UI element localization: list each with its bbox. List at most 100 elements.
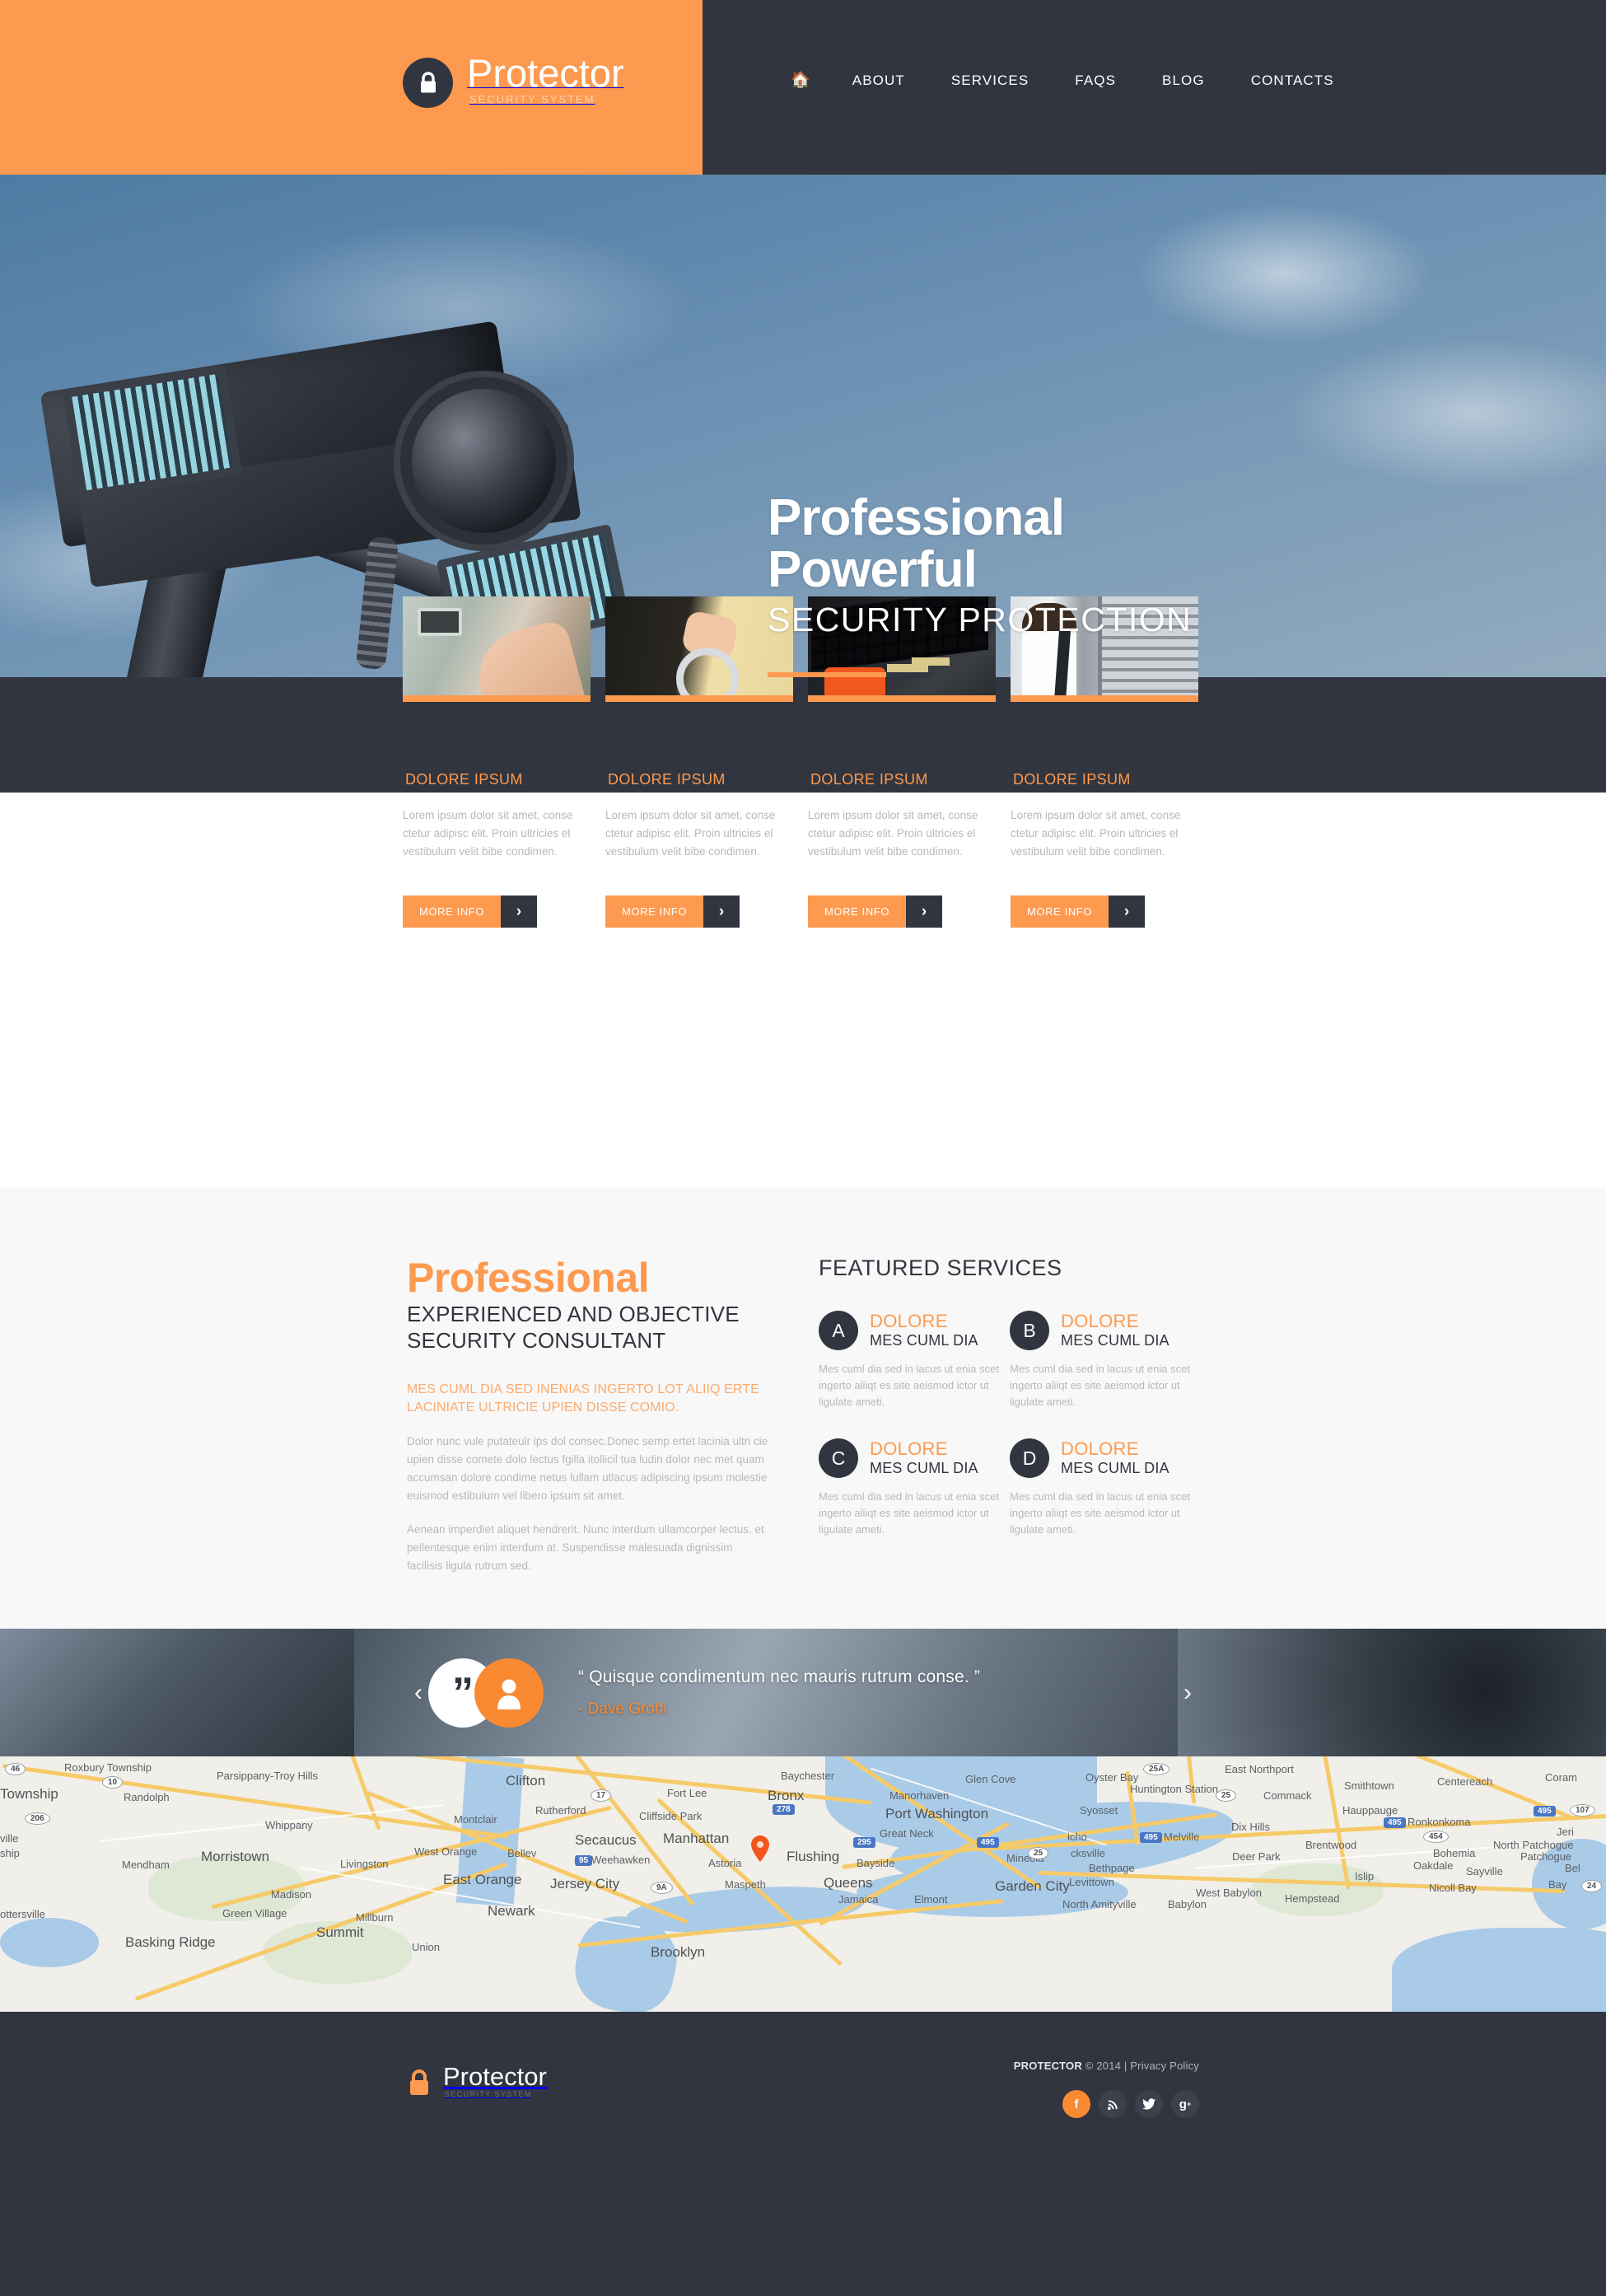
map-route-shield: 495 <box>977 1837 999 1848</box>
service-card-title-line2: SECURITY <box>1011 741 1117 765</box>
chevron-right-icon: › <box>906 895 943 928</box>
service-card-title-line1: HOME <box>403 718 465 741</box>
service-card-subtitle: DOLORE IPSUM <box>405 771 523 788</box>
hero-more-info-button[interactable]: MORE INFO › <box>768 672 930 677</box>
map-place-label: Union <box>412 1941 440 1953</box>
avatar <box>474 1658 544 1728</box>
service-card-title: HOME SECURITY <box>403 718 591 765</box>
about-heading-accent: Professional <box>407 1255 650 1301</box>
featured-services-title: FEATURED SERVICES <box>819 1256 1062 1280</box>
map-route-shield: 24 <box>1581 1880 1603 1892</box>
lock-icon <box>403 58 453 108</box>
map-place-label: Hauppauge <box>1342 1804 1398 1817</box>
google-plus-icon[interactable]: g + <box>1171 2090 1199 2118</box>
nav-item-home[interactable]: 🏠 <box>774 72 829 89</box>
featured-item-title: DOLORE <box>1061 1438 1139 1459</box>
service-card-title-line1: HARDWARE <box>1011 718 1132 741</box>
featured-service-item[interactable]: A DOLORE MES CUML DIA Mes cuml dia sed i… <box>819 1311 1006 1410</box>
map-place-label: Bronx <box>768 1788 805 1803</box>
map-place-label: Rutherford <box>535 1804 586 1817</box>
map-place-label: Oakdale <box>1413 1859 1454 1872</box>
service-card-text: Lorem ipsum dolor sit amet, conse ctetur… <box>808 809 978 858</box>
service-more-info-button[interactable]: MORE INFO › <box>808 895 943 928</box>
map-place-label: Glen Cove <box>965 1773 1016 1785</box>
nav-item-services[interactable]: SERVICES <box>928 72 1052 89</box>
map-place-label: cksville <box>1071 1847 1105 1859</box>
featured-service-item[interactable]: B DOLORE MES CUML DIA Mes cuml dia sed i… <box>1010 1311 1197 1410</box>
map-route-shield: 295 <box>853 1837 875 1848</box>
map-place-label: Jersey City <box>550 1876 620 1892</box>
service-more-info-button[interactable]: MORE INFO › <box>403 895 538 928</box>
nav-item-about[interactable]: ABOUT <box>829 72 928 89</box>
map-place-label: Madison <box>271 1888 312 1901</box>
footer-logo-tagline: SECURITY SYSTEM <box>445 2090 532 2098</box>
featured-item-subtitle: MES CUML DIA <box>870 1332 978 1349</box>
main-navigation[interactable]: 🏠 ABOUT SERVICES FAQS BLOG CONTACTS <box>774 72 1357 89</box>
footer-copyright-rest: © 2014 | Privacy Policy <box>1081 2060 1199 2072</box>
map-place-label: Bohemia <box>1433 1847 1476 1859</box>
service-more-info-button[interactable]: MORE INFO › <box>605 895 740 928</box>
map-place-label: Weehawken <box>591 1854 651 1866</box>
chevron-right-icon: › <box>703 895 740 928</box>
map-place-label: icho <box>1067 1831 1087 1843</box>
map-place-label: Manorhaven <box>889 1789 950 1802</box>
map-place-label: Jeri <box>1557 1826 1574 1838</box>
testimonial-next-button[interactable]: › <box>1183 1679 1192 1707</box>
map-place-label: Commack <box>1263 1789 1312 1802</box>
map-place-label: Sayville <box>1466 1865 1503 1877</box>
hero-copy: Professional Powerful SECURITY PROTECTIO… <box>768 492 1192 677</box>
map-place-label: Millburn <box>356 1911 394 1924</box>
service-card-title: BUSINESS SECURITY <box>605 718 793 765</box>
featured-item-text: Mes cuml dia sed in lacus ut enia scet i… <box>819 1363 999 1408</box>
service-card-title-line2: SECURITY <box>605 741 712 765</box>
map-place-label: Garden City <box>995 1878 1070 1894</box>
lock-icon <box>407 2068 432 2102</box>
featured-item-subtitle: MES CUML DIA <box>1061 1460 1169 1476</box>
map-place-label: Bethpage <box>1089 1862 1135 1874</box>
map-place-label: Basking Ridge <box>125 1934 216 1950</box>
about-text-column: Professional EXPERIENCED AND OBJECTIVE S… <box>407 1256 769 1575</box>
about-paragraph-2: Aenean imperdiet aliquet hendrerit. Nunc… <box>407 1523 764 1572</box>
testimonial-avatar-group: ” <box>428 1658 544 1728</box>
map-route-shield: 95 <box>575 1855 593 1866</box>
nav-item-faqs[interactable]: FAQS <box>1052 72 1139 89</box>
featured-service-item[interactable]: C DOLORE MES CUML DIA Mes cuml dia sed i… <box>819 1438 1006 1538</box>
featured-service-item[interactable]: D DOLORE MES CUML DIA Mes cuml dia sed i… <box>1010 1438 1197 1538</box>
hero-banner: Professional Powerful SECURITY PROTECTIO… <box>0 175 1606 677</box>
rss-icon[interactable] <box>1099 2090 1127 2118</box>
site-logo[interactable]: Protector SECURITY SYSTEM <box>403 51 624 108</box>
location-map[interactable]: Roxbury Township Township Randolph Parsippa… <box>0 1756 1606 2012</box>
map-place-label: Summit <box>316 1924 364 1940</box>
map-place-label: Centereach <box>1437 1775 1493 1788</box>
service-more-info-button[interactable]: MORE INFO › <box>1011 895 1146 928</box>
service-card[interactable]: BUSINESS SECURITY DOLORE IPSUM Lorem ips… <box>605 596 793 928</box>
about-heading-line2: SECURITY CONSULTANT <box>407 1328 666 1353</box>
lock-icon-svg <box>420 71 436 92</box>
service-card[interactable]: HOME SECURITY DOLORE IPSUM Lorem ipsum d… <box>403 596 591 928</box>
map-place-label: Flushing <box>787 1849 840 1864</box>
service-card-title-line2: SECURITY <box>403 741 509 765</box>
map-place-label: East Orange <box>443 1872 522 1887</box>
map-place-label: Roxbury Township <box>64 1761 152 1774</box>
testimonial-prev-button[interactable]: ‹ <box>414 1679 423 1707</box>
map-place-label: Port Washington <box>885 1806 989 1821</box>
featured-services-column: FEATURED SERVICES A DOLORE MES CUML DIA … <box>819 1256 1199 1575</box>
featured-item-text: Mes cuml dia sed in lacus ut enia scet i… <box>1010 1363 1190 1408</box>
facebook-icon[interactable]: f <box>1062 2090 1090 2118</box>
nav-item-blog[interactable]: BLOG <box>1139 72 1228 89</box>
map-place-label: Babylon <box>1168 1898 1207 1910</box>
map-place-label: Bay <box>1548 1878 1567 1891</box>
map-place-label: Bel <box>1565 1862 1580 1874</box>
map-place-label: Great Neck <box>880 1827 934 1840</box>
map-place-label: Parsippany-Troy Hills <box>217 1770 319 1782</box>
map-route-shield: 25 <box>1028 1847 1049 1859</box>
twitter-icon[interactable] <box>1135 2090 1163 2118</box>
map-place-label: Levittown <box>1069 1876 1114 1888</box>
featured-item-title: DOLORE <box>1061 1311 1139 1331</box>
service-card-title: HARDWARE SECURITY <box>1011 718 1198 765</box>
map-place-label: North Amityville <box>1062 1898 1137 1910</box>
nav-item-contacts[interactable]: CONTACTS <box>1228 72 1357 89</box>
map-place-label: Manhattan <box>663 1831 730 1846</box>
handcuffed-briefcase-photo <box>605 596 793 702</box>
map-place-label: Green Village <box>222 1907 287 1920</box>
